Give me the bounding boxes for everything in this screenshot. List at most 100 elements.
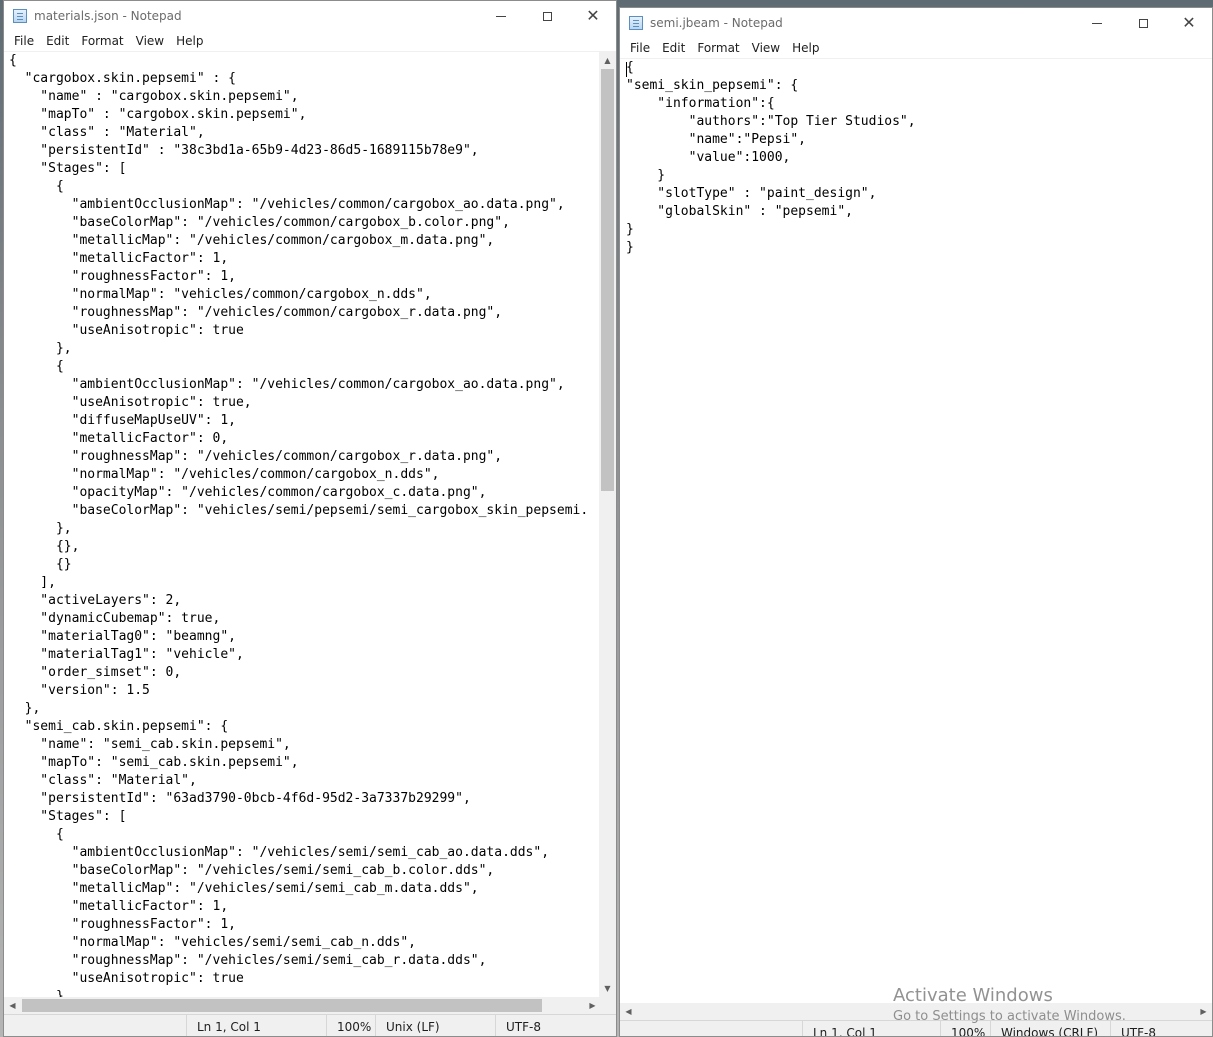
horizontal-scrollbar[interactable]: ◀ ▶: [4, 997, 601, 1014]
text-caret: [626, 62, 627, 77]
watermark-subtitle: Go to Settings to activate Windows.: [893, 1009, 1126, 1024]
close-button[interactable]: ✕: [570, 1, 616, 31]
code-line: "useAnisotropic": true: [9, 323, 244, 338]
title-bar[interactable]: semi.jbeam - Notepad ✕: [620, 8, 1212, 38]
status-encoding: UTF-8: [495, 1015, 616, 1036]
caption-buttons: ✕: [1074, 8, 1212, 38]
editor-content: { "cargobox.skin.pepsemi" : { "name" : "…: [4, 52, 601, 997]
code-line: "metallicFactor": 0,: [9, 431, 229, 446]
editor-content: {"semi_skin_pepsemi": { "information":{ …: [620, 59, 1212, 257]
code-line: "roughnessMap": "/vehicles/common/cargob…: [9, 449, 503, 464]
caption-buttons: ✕: [478, 1, 616, 31]
code-line: "metallicFactor": 1,: [9, 899, 229, 914]
code-line: "opacityMap": "/vehicles/common/cargobox…: [9, 485, 487, 500]
vertical-scrollbar[interactable]: ▲ ▼: [599, 52, 616, 997]
watermark-title: Activate Windows: [893, 985, 1053, 1006]
code-line: "useAnisotropic": true,: [9, 395, 252, 410]
window-title: materials.json - Notepad: [34, 9, 182, 23]
code-line: "ambientOcclusionMap": "/vehicles/common…: [9, 197, 565, 212]
code-line: "mapTo" : "cargobox.skin.pepsemi",: [9, 107, 307, 122]
text-editor[interactable]: { "cargobox.skin.pepsemi" : { "name" : "…: [4, 52, 601, 997]
horizontal-scroll-thumb[interactable]: [22, 999, 542, 1012]
code-line: {: [9, 359, 64, 374]
menu-format[interactable]: Format: [691, 38, 745, 58]
code-line: "normalMap": "/vehicles/common/cargobox_…: [9, 467, 440, 482]
menu-view[interactable]: View: [746, 38, 786, 58]
code-line: "order_simset": 0,: [9, 665, 182, 680]
code-line: "mapTo": "semi_cab.skin.pepsemi",: [9, 755, 299, 770]
scroll-right-arrow-icon[interactable]: ▶: [584, 997, 601, 1014]
code-line: {: [626, 60, 634, 75]
menu-edit[interactable]: Edit: [40, 31, 75, 51]
code-line: {: [9, 179, 64, 194]
minimize-button[interactable]: [478, 1, 524, 31]
title-bar[interactable]: materials.json - Notepad ✕: [4, 1, 616, 31]
maximize-button[interactable]: [524, 1, 570, 31]
minimize-icon: [496, 15, 506, 17]
code-line: "materialTag1": "vehicle",: [9, 647, 244, 662]
scroll-down-arrow-icon[interactable]: ▼: [599, 980, 616, 997]
code-line: "persistentId" : "38c3bd1a-65b9-4d23-86d…: [9, 143, 479, 158]
menu-bar: File Edit Format View Help: [4, 31, 616, 52]
minimize-button[interactable]: [1074, 8, 1120, 38]
code-line: "persistentId": "63ad3790-0bcb-4f6d-95d2…: [9, 791, 471, 806]
scroll-right-arrow-icon[interactable]: ▶: [1195, 1003, 1212, 1020]
notepad-icon: [13, 9, 27, 23]
code-line: "metallicMap": "/vehicles/common/cargobo…: [9, 233, 495, 248]
menu-edit[interactable]: Edit: [656, 38, 691, 58]
menu-help[interactable]: Help: [170, 31, 209, 51]
code-line: "globalSkin" : "pepsemi",: [626, 204, 853, 219]
notepad-window-materials[interactable]: materials.json - Notepad ✕ File Edit For…: [3, 0, 617, 1037]
code-line: "dynamicCubemap": true,: [9, 611, 221, 626]
window-title: semi.jbeam - Notepad: [650, 16, 783, 30]
activate-windows-watermark: Activate Windows Go to Settings to activ…: [893, 984, 1126, 1026]
minimize-icon: [1092, 22, 1102, 24]
code-line: "name": "semi_cab.skin.pepsemi",: [9, 737, 291, 752]
code-line: "baseColorMap": "vehicles/semi/pepsemi/s…: [9, 503, 589, 518]
close-button[interactable]: ✕: [1166, 8, 1212, 38]
status-bar: Ln 1, Col 1 100% Unix (LF) UTF-8: [4, 1014, 616, 1036]
code-line: "name" : "cargobox.skin.pepsemi",: [9, 89, 299, 104]
code-line: "baseColorMap": "/vehicles/common/cargob…: [9, 215, 510, 230]
code-line: }: [626, 168, 666, 183]
code-line: "class" : "Material",: [9, 125, 205, 140]
code-line: "cargobox.skin.pepsemi" : {: [9, 71, 236, 86]
code-line: "Stages": [: [9, 161, 127, 176]
desktop: materials.json - Notepad ✕ File Edit For…: [0, 0, 1213, 1037]
code-line: }: [626, 240, 634, 255]
scroll-thumb[interactable]: [601, 69, 614, 491]
status-line-ending: Unix (LF): [375, 1015, 495, 1036]
code-line: "value":1000,: [626, 150, 791, 165]
code-line: {: [9, 827, 64, 842]
code-line: "baseColorMap": "/vehicles/semi/semi_cab…: [9, 863, 495, 878]
status-zoom: 100%: [326, 1015, 375, 1036]
scroll-up-arrow-icon[interactable]: ▲: [599, 52, 616, 69]
code-line: "authors":"Top Tier Studios",: [626, 114, 916, 129]
menu-file[interactable]: File: [624, 38, 656, 58]
text-editor[interactable]: {"semi_skin_pepsemi": { "information":{ …: [620, 59, 1212, 1003]
close-icon: ✕: [586, 6, 600, 25]
code-line: "roughnessFactor": 1,: [9, 917, 236, 932]
menu-help[interactable]: Help: [786, 38, 825, 58]
code-line: "materialTag0": "beamng",: [9, 629, 236, 644]
menu-view[interactable]: View: [130, 31, 170, 51]
maximize-button[interactable]: [1120, 8, 1166, 38]
code-line: }: [626, 222, 634, 237]
notepad-window-jbeam[interactable]: semi.jbeam - Notepad ✕ File Edit Format …: [619, 7, 1213, 1037]
code-line: "information":{: [626, 96, 775, 111]
code-line: "roughnessFactor": 1,: [9, 269, 236, 284]
code-line: "slotType" : "paint_design",: [626, 186, 877, 201]
close-icon: ✕: [1182, 13, 1196, 32]
scroll-left-arrow-icon[interactable]: ◀: [4, 997, 21, 1014]
scroll-left-arrow-icon[interactable]: ◀: [620, 1003, 637, 1020]
code-line: "metallicMap": "/vehicles/semi/semi_cab_…: [9, 881, 479, 896]
code-line: {: [9, 53, 17, 68]
code-line: },: [9, 341, 72, 356]
code-line: "class": "Material",: [9, 773, 197, 788]
code-line: "ambientOcclusionMap": "/vehicles/semi/s…: [9, 845, 550, 860]
code-line: "semi_skin_pepsemi": {: [626, 78, 799, 93]
code-line: "semi_cab.skin.pepsemi": {: [9, 719, 229, 734]
menu-bar: File Edit Format View Help: [620, 38, 1212, 59]
menu-file[interactable]: File: [8, 31, 40, 51]
menu-format[interactable]: Format: [75, 31, 129, 51]
